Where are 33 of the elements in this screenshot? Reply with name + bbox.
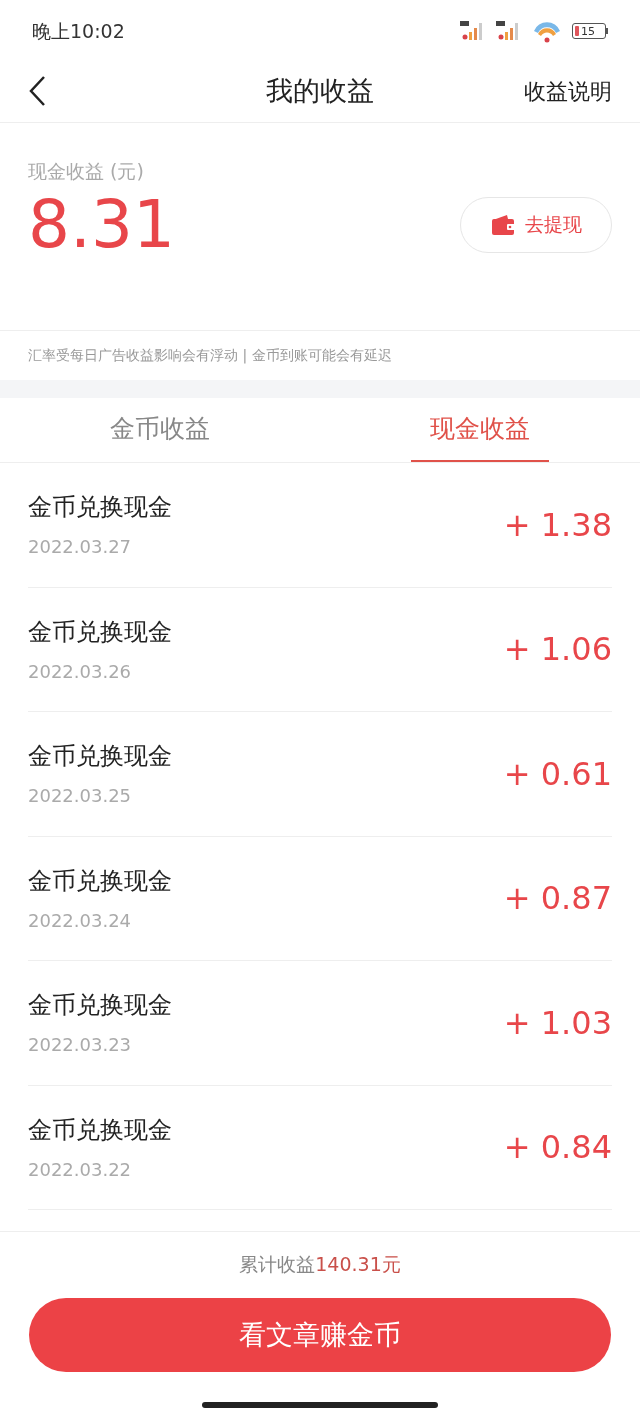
record-amount: + 0.87 xyxy=(503,878,612,920)
record-title: 金币兑换现金 xyxy=(28,865,172,897)
page-title: 我的收益 xyxy=(266,73,374,108)
read-articles-button[interactable]: 看文章赚金币 xyxy=(29,1298,611,1372)
balance-label: 现金收益 (元) xyxy=(28,159,144,184)
record-date: 2022.03.25 xyxy=(28,784,133,809)
record-amount: + 1.38 xyxy=(503,504,612,546)
record-amount: + 1.06 xyxy=(503,629,612,671)
record-date: 2022.03.24 xyxy=(28,908,133,933)
record-date: 2022.03.26 xyxy=(28,659,133,684)
record-amount: + 1.03 xyxy=(503,1002,612,1044)
back-icon[interactable] xyxy=(28,75,46,107)
status-time: 晚上10:02 xyxy=(32,18,125,44)
record-date: 2022.03.23 xyxy=(28,1033,133,1058)
wallet-icon xyxy=(490,213,515,236)
record-date: 2022.03.27 xyxy=(28,535,133,560)
wifi-icon xyxy=(532,19,562,43)
record-amount: + 0.61 xyxy=(503,753,612,795)
record-title: 金币兑换现金 xyxy=(28,741,172,773)
earnings-info-link[interactable]: 收益说明 xyxy=(524,74,612,108)
record-title: 金币兑换现金 xyxy=(28,1114,172,1146)
record-title: 金币兑换现金 xyxy=(28,492,172,524)
total-amount: 140.31元 xyxy=(315,1251,401,1277)
balance-amount: 8.31 xyxy=(28,191,175,258)
record-title: 金币兑换现金 xyxy=(28,616,172,648)
battery-icon: 15 xyxy=(572,23,608,39)
record-amount: + 0.84 xyxy=(503,1127,612,1169)
tab[interactable]: 现金收益 xyxy=(411,398,549,462)
notice-text: 汇率受每日广告收益影响会有浮动 | 金币到账可能会有延迟 xyxy=(28,346,392,366)
total-label: 累计收益 xyxy=(239,1251,316,1277)
record-title: 金币兑换现金 xyxy=(28,990,172,1022)
record-date: 2022.03.22 xyxy=(28,1157,133,1182)
tab[interactable]: 金币收益 xyxy=(91,398,229,462)
